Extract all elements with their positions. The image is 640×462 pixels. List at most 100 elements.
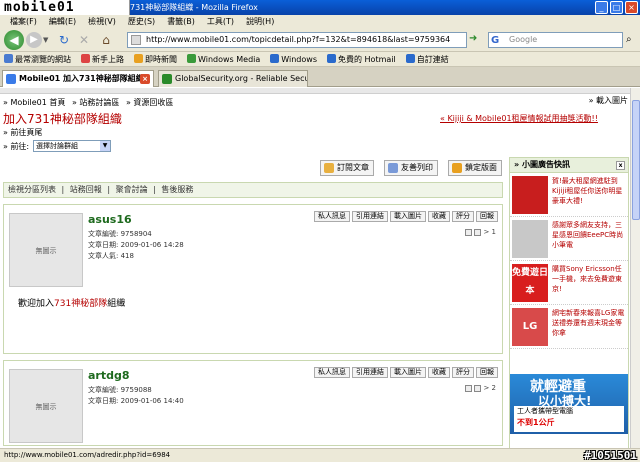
private-message-button[interactable]: 私人訊息 bbox=[314, 367, 350, 378]
ad-text[interactable]: 網宅新春來報喜LG家電送禮券還有週末現金等你拿 bbox=[552, 308, 628, 338]
post-body: 歡迎加入731神秘部隊組織 bbox=[18, 296, 125, 309]
bookmark-label: 免費的 Hotmail bbox=[338, 55, 396, 64]
pager-square-icon[interactable] bbox=[474, 228, 482, 236]
subscribe-button[interactable]: 訂閱文章 bbox=[320, 160, 374, 176]
post-date: 文章日期: 2009-01-06 14:28 bbox=[88, 241, 184, 249]
private-message-button[interactable]: 私人訊息 bbox=[314, 211, 350, 222]
report-button[interactable]: 回報 bbox=[476, 211, 498, 222]
bookmark-item[interactable]: 新手上路 bbox=[81, 52, 134, 66]
quote-link-button[interactable]: 引用連結 bbox=[352, 367, 388, 378]
bookmark-label: Windows Media bbox=[198, 55, 261, 64]
menu-view[interactable]: 檢視(V) bbox=[82, 15, 122, 28]
rate-button[interactable]: 評分 bbox=[452, 367, 474, 378]
breadcrumb-forum[interactable]: » 站務討論區 bbox=[72, 98, 119, 107]
tab-globalsecurity[interactable]: GlobalSecurity.org - Reliable Security I… bbox=[158, 70, 308, 87]
ad-item[interactable]: LG 網宅新春來報喜LG家電送禮券還有週末現金等你拿 bbox=[510, 305, 628, 349]
lock-layout-button[interactable]: 鎖定版面 bbox=[448, 160, 502, 176]
menu-history[interactable]: 歷史(S) bbox=[122, 15, 161, 28]
bookmark-label: 即時新聞 bbox=[145, 55, 177, 64]
menu-help[interactable]: 說明(H) bbox=[240, 15, 280, 28]
ad-image[interactable] bbox=[512, 220, 548, 258]
menu-edit[interactable]: 編輯(E) bbox=[43, 15, 82, 28]
tab-mobile01[interactable]: Mobile01 加入731神秘部隊組織 × bbox=[2, 70, 154, 87]
navigation-toolbar: ◀ ▶ ▼ ↻ ✕ ⌂ http://www.mobile01.com/topi… bbox=[0, 28, 640, 52]
mobile01-logo: mobile01 bbox=[0, 0, 130, 16]
subscribe-icon bbox=[324, 163, 334, 173]
link-forum-list[interactable]: 檢視分區列表 bbox=[8, 185, 56, 194]
close-icon[interactable]: x bbox=[616, 161, 625, 170]
post-body-text: 組織 bbox=[107, 299, 126, 309]
promo-link[interactable]: « Kijiji & Mobile01租屋情報試用抽獎活動!! bbox=[440, 113, 598, 124]
menu-tools[interactable]: 工具(T) bbox=[201, 15, 240, 28]
bookmark-item[interactable]: 即時新聞 bbox=[134, 52, 187, 66]
forum-select[interactable]: 選擇討論群組 ▼ bbox=[33, 140, 111, 152]
favicon-icon bbox=[131, 35, 141, 45]
link-after-sales[interactable]: 售後服務 bbox=[161, 185, 193, 194]
print-icon bbox=[388, 163, 398, 173]
goto-bottom-link[interactable]: » 前往頁尾 bbox=[3, 127, 42, 138]
report-button[interactable]: 回報 bbox=[476, 367, 498, 378]
post-username[interactable]: asus16 bbox=[88, 213, 132, 226]
reload-icon[interactable]: ↻ bbox=[56, 32, 72, 48]
ad-item[interactable]: 感謝眾多網友支持，三星感恩回饋EeePC時尚小筆電 bbox=[510, 217, 628, 261]
print-button[interactable]: 友善列印 bbox=[384, 160, 438, 176]
ad-item[interactable]: 免費遊日本 購買Sony Ericsson任一手機，來去免費遊東京! bbox=[510, 261, 628, 305]
banner-ad-weight: 不到1公斤 bbox=[517, 418, 555, 427]
tab-bar: Mobile01 加入731神秘部隊組織 × GlobalSecurity.or… bbox=[0, 67, 640, 87]
pager-square-icon[interactable] bbox=[465, 384, 473, 392]
close-tab-icon[interactable]: × bbox=[140, 74, 150, 84]
go-arrow-icon[interactable]: ➜ bbox=[469, 33, 481, 47]
ad-text[interactable]: 賀!最大租屋網進駐到Kijiji租屋任你送你明星豪車大禮! bbox=[552, 176, 628, 206]
banner-ad-box: 工人者攜帶型電腦 不到1公斤 bbox=[514, 406, 624, 432]
tab-label: GlobalSecurity.org - Reliable Security I… bbox=[175, 74, 308, 83]
home-icon[interactable]: ⌂ bbox=[98, 32, 114, 48]
search-icon[interactable]: ⌕ bbox=[626, 34, 632, 45]
post: 無圖示 asus16 文章編號: 9758904 文章日期: 2009-01-0… bbox=[3, 204, 503, 354]
vertical-scrollbar[interactable] bbox=[630, 88, 640, 448]
url-bar[interactable]: http://www.mobile01.com/topicdetail.php?… bbox=[127, 32, 467, 48]
window-controls: _ □ × bbox=[595, 1, 638, 14]
link-site-report[interactable]: 站務回報 bbox=[70, 185, 102, 194]
load-images-button[interactable]: 載入圖片 bbox=[390, 211, 426, 222]
bookmark-item[interactable]: Windows Media bbox=[187, 52, 270, 66]
post-username[interactable]: artdg8 bbox=[88, 369, 130, 382]
page-content: » Mobile01 首頁 » 站務討論區 » 資源回收區 » 載入圖片 加入7… bbox=[0, 88, 630, 448]
menu-bookmarks[interactable]: 書籤(B) bbox=[161, 15, 201, 28]
bookmark-item[interactable]: 最常瀏覽的網站 bbox=[4, 52, 81, 66]
ad-item[interactable]: 賀!最大租屋網進駐到Kijiji租屋任你送你明星豪車大禮! bbox=[510, 173, 628, 217]
bookmark-label: Windows bbox=[281, 55, 317, 64]
bookmark-icon bbox=[134, 54, 143, 63]
favorite-button[interactable]: 收藏 bbox=[428, 211, 450, 222]
ad-image[interactable]: 免費遊日本 bbox=[512, 264, 548, 302]
quote-link-button[interactable]: 引用連結 bbox=[352, 211, 388, 222]
pager-square-icon[interactable] bbox=[474, 384, 482, 392]
forward-button[interactable]: ▶ bbox=[26, 32, 42, 48]
link-meetup[interactable]: 聚會討論 bbox=[116, 185, 148, 194]
bookmark-icon bbox=[187, 54, 196, 63]
bookmark-item[interactable]: 自訂連結 bbox=[405, 52, 459, 66]
load-images-button[interactable]: 載入圖片 bbox=[390, 367, 426, 378]
bookmark-icon bbox=[327, 54, 336, 63]
history-dropdown-icon[interactable]: ▼ bbox=[43, 36, 48, 44]
pager-square-icon[interactable] bbox=[465, 228, 473, 236]
banner-ad[interactable]: 就輕避重 以小搏大! 工人者攜帶型電腦 不到1公斤 bbox=[510, 374, 628, 434]
search-input[interactable]: G Google bbox=[488, 32, 623, 48]
menu-file[interactable]: 檔案(F) bbox=[4, 15, 43, 28]
minimize-button[interactable]: _ bbox=[595, 1, 608, 14]
close-window-button[interactable]: × bbox=[625, 1, 638, 14]
rate-button[interactable]: 評分 bbox=[452, 211, 474, 222]
maximize-button[interactable]: □ bbox=[610, 1, 623, 14]
bookmark-item[interactable]: 免費的 Hotmail bbox=[327, 52, 406, 66]
stop-icon[interactable]: ✕ bbox=[76, 32, 92, 48]
bookmark-item[interactable]: Windows bbox=[270, 52, 327, 66]
ad-image[interactable] bbox=[512, 176, 548, 214]
ad-text[interactable]: 感謝眾多網友支持，三星感恩回饋EeePC時尚小筆電 bbox=[552, 220, 628, 250]
breadcrumb-home[interactable]: » Mobile01 首頁 bbox=[3, 98, 65, 107]
breadcrumb-recycle[interactable]: » 資源回收區 bbox=[126, 98, 173, 107]
favorite-button[interactable]: 收藏 bbox=[428, 367, 450, 378]
back-button[interactable]: ◀ bbox=[4, 30, 24, 50]
ad-image[interactable]: LG bbox=[512, 308, 548, 346]
load-images-link[interactable]: » 載入圖片 bbox=[589, 95, 628, 106]
ad-text[interactable]: 購買Sony Ericsson任一手機，來去免費遊東京! bbox=[552, 264, 628, 294]
scrollbar-thumb[interactable] bbox=[632, 100, 640, 220]
